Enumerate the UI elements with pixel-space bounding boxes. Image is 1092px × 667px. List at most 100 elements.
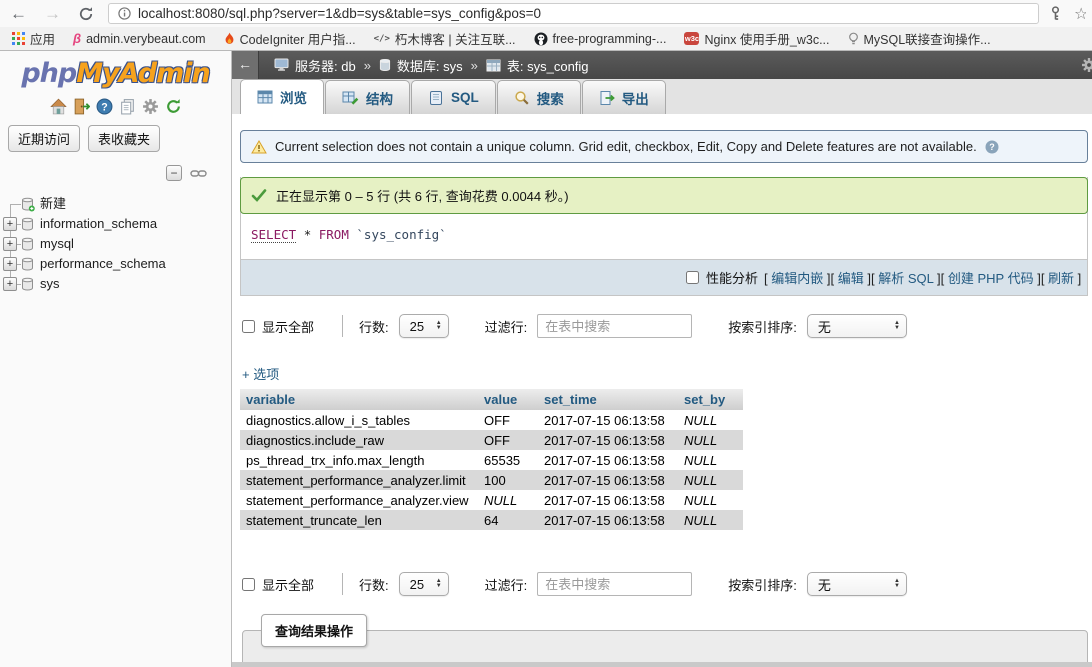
sidebar: phpMyAdmin ? 近期访问 表收藏夹 — [0, 51, 232, 667]
tab-sql[interactable]: SQL — [411, 80, 496, 114]
warning-icon — [251, 140, 267, 154]
server-icon — [274, 58, 289, 72]
back-icon[interactable]: ← — [10, 5, 27, 22]
url-bar[interactable]: localhost:8080/sql.php?server=1&db=sys&t… — [108, 3, 1039, 24]
sql-table-name: `sys_config` — [356, 227, 446, 242]
tree-item-mysql[interactable]: + mysql — [0, 234, 231, 254]
export-icon — [599, 90, 615, 106]
options-toggle-link[interactable]: + 选项 — [242, 364, 279, 383]
expand-icon[interactable]: + — [3, 277, 17, 291]
sort-select[interactable]: 无 ▲▼ — [807, 314, 907, 338]
tree-collapse-row: − — [0, 165, 207, 181]
browse-icon — [257, 89, 273, 105]
edit-link[interactable]: 编辑 — [838, 271, 864, 286]
show-all-checkbox[interactable] — [242, 320, 255, 333]
tab-bar: 浏览 结构 SQL 搜索 导出 — [232, 79, 1092, 114]
filter-input[interactable] — [537, 572, 692, 596]
lightbulb-icon — [848, 32, 859, 46]
browser-toolbar: ← → localhost:8080/sql.php?server=1&db=s… — [0, 0, 1092, 27]
exit-door-icon[interactable] — [73, 98, 90, 115]
tab-search[interactable]: 搜索 — [497, 80, 581, 114]
tree-item-new[interactable]: 新建 — [0, 194, 231, 214]
bookmark-xiumu-blog[interactable]: </> 朽木博客 | 关注互联... — [374, 29, 516, 48]
expand-icon[interactable]: + — [3, 257, 17, 271]
tab-export[interactable]: 导出 — [582, 80, 666, 114]
rows-select[interactable]: 25 ▲▼ — [399, 572, 449, 596]
sql-keyword: FROM — [319, 227, 349, 242]
show-all-label: 显示全部 — [262, 317, 314, 336]
breadcrumb-table[interactable]: 表: sys_config — [507, 56, 589, 75]
recent-tables-button[interactable]: 近期访问 — [8, 125, 80, 152]
help-icon[interactable]: ? — [96, 98, 113, 115]
tree-item-information-schema[interactable]: + information_schema — [0, 214, 231, 234]
bookmark-free-programming[interactable]: free-programming-... — [534, 32, 667, 46]
content-area: Current selection does not contain a uni… — [232, 130, 1092, 667]
tab-structure[interactable]: 结构 — [325, 80, 410, 114]
gear-icon[interactable] — [142, 98, 159, 115]
query-options-row: 性能分析 编辑内嵌 编辑 解析 SQL 创建 PHP 代码 刷新 — [241, 259, 1087, 295]
breadcrumb-database[interactable]: 数据库: sys — [397, 56, 463, 75]
column-header-set-time[interactable]: set_time — [538, 389, 678, 410]
bookmark-nginx-w3c[interactable]: w3c Nginx 使用手册_w3c... — [684, 29, 829, 48]
warning-text: Current selection does not contain a uni… — [275, 139, 977, 154]
tree-item-performance-schema[interactable]: + performance_schema — [0, 254, 231, 274]
divider — [342, 315, 343, 337]
bookmark-apps[interactable]: 应用 — [12, 29, 55, 48]
code-brackets-icon: </> — [374, 34, 390, 44]
warning-message: Current selection does not contain a uni… — [240, 130, 1088, 163]
bookmark-codeigniter[interactable]: CodeIgniter 用户指... — [224, 29, 356, 48]
reload-icon[interactable] — [78, 6, 94, 22]
rows-label: 行数: — [359, 317, 389, 336]
bookmark-star-icon[interactable]: ☆ — [1074, 4, 1086, 24]
w3c-icon: w3c — [684, 32, 699, 45]
success-message: 正在显示第 0 – 5 行 (共 6 行, 查询花费 0.0044 秒。) — [240, 177, 1088, 214]
breadcrumb-separator: » — [471, 58, 478, 73]
bookmark-mysql-join[interactable]: MySQL联接查询操作... — [848, 29, 991, 48]
link-chain-icon[interactable] — [190, 168, 207, 179]
inline-edit-link[interactable]: 编辑内嵌 — [771, 271, 823, 286]
rows-select[interactable]: 25 ▲▼ — [399, 314, 449, 338]
tab-browse[interactable]: 浏览 — [240, 79, 324, 114]
favorite-tables-button[interactable]: 表收藏夹 — [88, 125, 160, 152]
filter-input[interactable] — [537, 314, 692, 338]
breadcrumb-server[interactable]: 服务器: db — [295, 56, 356, 75]
sql-query: SELECT * FROM `sys_config` — [241, 214, 1087, 259]
info-icon[interactable] — [118, 7, 131, 20]
sort-select[interactable]: 无 ▲▼ — [807, 572, 907, 596]
refresh-link[interactable]: 刷新 — [1048, 271, 1074, 286]
column-header-variable[interactable]: variable — [240, 389, 478, 410]
horizontal-scrollbar[interactable] — [232, 662, 1092, 667]
home-icon[interactable] — [50, 98, 67, 115]
refresh-icon[interactable] — [165, 98, 182, 115]
create-php-code-link[interactable]: 创建 PHP 代码 — [948, 271, 1034, 286]
column-header-value[interactable]: value — [478, 389, 538, 410]
docs-icon[interactable] — [119, 98, 136, 115]
collapse-all-icon[interactable]: − — [166, 165, 182, 181]
url-text: localhost:8080/sql.php?server=1&db=sys&t… — [138, 6, 541, 21]
profiling-checkbox[interactable] — [686, 271, 699, 284]
show-all-checkbox[interactable] — [242, 578, 255, 591]
key-icon[interactable] — [1047, 5, 1064, 22]
stepper-icon: ▲▼ — [894, 579, 900, 589]
apps-grid-icon — [12, 32, 25, 45]
table-row: statement_performance_analyzer.limit 100… — [240, 470, 743, 490]
search-icon — [514, 90, 530, 106]
expand-icon[interactable]: + — [3, 237, 17, 251]
column-header-set-by[interactable]: set_by — [678, 389, 743, 410]
phpmyadmin-logo[interactable]: phpMyAdmin — [0, 58, 231, 89]
hide-panel-button[interactable]: ← — [232, 51, 259, 79]
expand-icon[interactable]: + — [3, 217, 17, 231]
stepper-icon: ▲▼ — [436, 579, 442, 589]
bookmark-verybeaut[interactable]: β admin.verybeaut.com — [73, 31, 206, 46]
profiling-label: 性能分析 — [706, 268, 758, 287]
structure-icon — [342, 90, 359, 106]
help-icon[interactable]: ? — [985, 140, 999, 154]
table-row: diagnostics.allow_i_s_tables OFF 2017-07… — [240, 410, 743, 430]
forward-icon[interactable]: → — [44, 5, 61, 22]
tree-item-sys[interactable]: + sys — [0, 274, 231, 294]
filter-label: 过滤行: — [485, 575, 528, 594]
database-icon — [379, 58, 391, 72]
settings-gear-icon[interactable] — [1081, 57, 1092, 76]
explain-sql-link[interactable]: 解析 SQL — [878, 271, 933, 286]
sql-keyword[interactable]: SELECT — [251, 227, 296, 243]
